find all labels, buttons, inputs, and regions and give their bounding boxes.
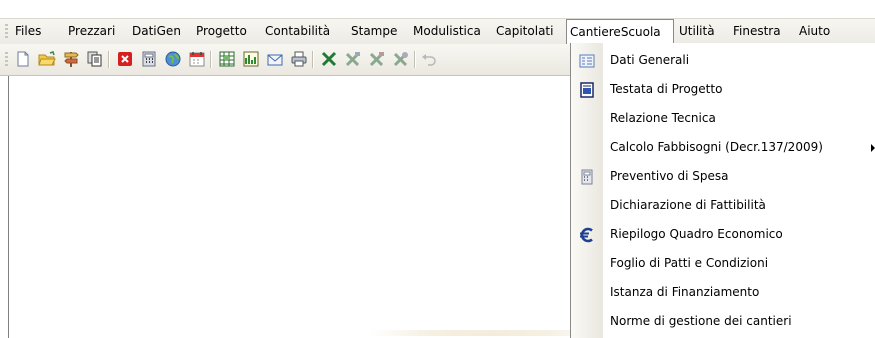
toolbar-separator [210, 51, 212, 68]
menu-stampe[interactable]: Stampe [351, 19, 397, 44]
menubar-grip[interactable] [5, 24, 8, 40]
menu-cantierescuola[interactable]: CantiereScuola [566, 19, 674, 44]
chart-icon[interactable] [242, 50, 260, 68]
menuitem-label: Riepilogo Quadro Economico [610, 227, 783, 241]
menu-progetto[interactable]: Progetto [196, 19, 247, 44]
printer-icon[interactable] [290, 50, 308, 68]
submenu-arrow-icon [871, 144, 875, 152]
menuitem-dichiarazione-di-fattibilita[interactable]: Dichiarazione di Fattibilità [571, 192, 875, 221]
menuitem-foglio-di-patti[interactable]: Foglio di Patti e Condizioni [571, 250, 875, 279]
menu-contabilita[interactable]: Contabilità [265, 19, 330, 44]
menu-capitolati[interactable]: Capitolati [496, 19, 553, 44]
envelope-icon[interactable] [266, 50, 284, 68]
cantierescuola-dropdown: Dati Generali Testata di Progetto Relazi… [570, 43, 875, 338]
menuitem-relazione-tecnica[interactable]: Relazione Tecnica [571, 105, 875, 134]
menuitem-norme-di-gestione[interactable]: Norme di gestione dei cantieri [571, 308, 875, 337]
menu-datigen[interactable]: DatiGen [132, 19, 181, 44]
menu-finestra[interactable]: Finestra [733, 19, 781, 44]
menuitem-label: Calcolo Fabbisogni (Decr.137/2009) [610, 140, 823, 154]
toolbar-separator [414, 51, 416, 68]
globe-icon[interactable] [164, 50, 182, 68]
menu-aiuto[interactable]: Aiuto [799, 19, 830, 44]
menuitem-label: Dichiarazione di Fattibilità [610, 198, 766, 212]
menu-prezzari[interactable]: Prezzari [68, 19, 115, 44]
new-document-icon[interactable] [14, 50, 32, 68]
menu-modulistica[interactable]: Modulistica [413, 19, 481, 44]
menuitem-label: Istanza di Finanziamento [610, 285, 760, 299]
menu-bar: Files Prezzari DatiGen Progetto Contabil… [0, 18, 875, 44]
menuitem-label: Norme di gestione dei cantieri [610, 314, 792, 328]
form-icon [578, 52, 596, 70]
toolbar-separator [108, 51, 110, 68]
menuitem-label: Testata di Progetto [610, 82, 723, 96]
excel-icon[interactable] [320, 50, 338, 68]
menu-files[interactable]: Files [15, 19, 41, 44]
menuitem-label: Foglio di Patti e Condizioni [610, 256, 769, 270]
menuitem-riepilogo-quadro-economico[interactable]: Riepilogo Quadro Economico [571, 221, 875, 250]
open-folder-icon[interactable] [38, 50, 56, 68]
menuitem-istanza-di-finanziamento[interactable]: Istanza di Finanziamento [571, 279, 875, 308]
toolbar-separator [312, 51, 314, 68]
menuitem-testata-di-progetto[interactable]: Testata di Progetto [571, 76, 875, 105]
document-icon [578, 81, 596, 99]
excel-gray-icon-1[interactable] [344, 50, 362, 68]
toolbar-grip[interactable] [5, 52, 8, 68]
menuitem-label: Preventivo di Spesa [610, 169, 729, 183]
undo-icon[interactable] [420, 50, 438, 68]
calculator-icon[interactable] [140, 50, 158, 68]
calculator-icon [578, 168, 596, 186]
menu-utilita[interactable]: Utilità [679, 19, 715, 44]
menuitem-label: Relazione Tecnica [610, 111, 716, 125]
close-red-icon[interactable] [116, 50, 134, 68]
calendar-icon[interactable] [188, 50, 206, 68]
copy-pages-icon[interactable] [86, 50, 104, 68]
signpost-icon[interactable] [62, 50, 80, 68]
excel-gray-icon-2[interactable] [368, 50, 386, 68]
menuitem-label: Dati Generali [610, 53, 690, 67]
excel-gray-icon-3[interactable] [392, 50, 410, 68]
menuitem-calcolo-fabbisogni[interactable]: Calcolo Fabbisogni (Decr.137/2009) [571, 134, 875, 163]
menuitem-dati-generali[interactable]: Dati Generali [571, 47, 875, 76]
euro-icon [578, 226, 596, 244]
menuitem-preventivo-di-spesa[interactable]: Preventivo di Spesa [571, 163, 875, 192]
spreadsheet-icon[interactable] [218, 50, 236, 68]
